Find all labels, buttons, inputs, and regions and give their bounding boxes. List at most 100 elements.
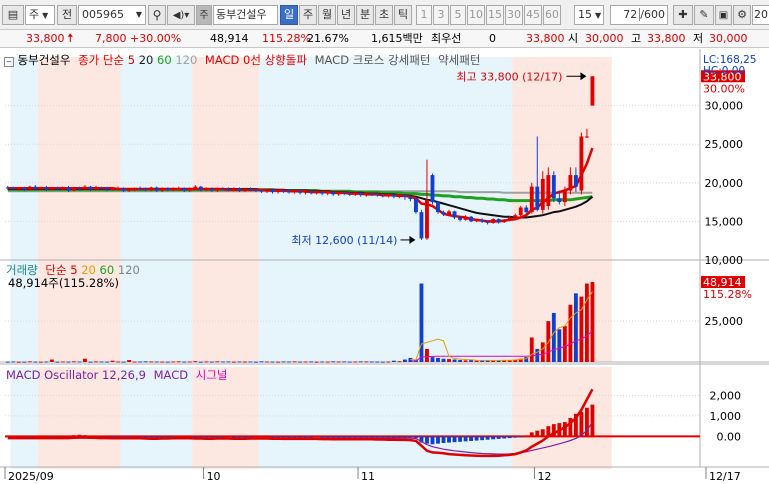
shade-band-1-0 bbox=[38, 57, 121, 268]
volume-bar bbox=[375, 361, 380, 363]
minute-tab-5[interactable]: 5 bbox=[450, 5, 466, 25]
volume-ratio: 115.28% bbox=[262, 32, 311, 45]
candle-body bbox=[573, 175, 578, 187]
macd-osc-bar bbox=[380, 436, 385, 438]
candle-body bbox=[309, 191, 314, 193]
macd-osc-bar bbox=[436, 436, 440, 444]
market-select[interactable]: 주 ▼ bbox=[25, 5, 55, 25]
period-tab-4[interactable]: 분 bbox=[356, 5, 374, 25]
search-icon[interactable]: ⚲ bbox=[148, 5, 166, 25]
minute-tab-45[interactable]: 45 bbox=[524, 5, 542, 25]
price-tick-label: 10,000 bbox=[705, 254, 744, 267]
volume-bar bbox=[5, 361, 10, 363]
volume-bar bbox=[458, 360, 462, 362]
macd-osc-bar bbox=[425, 436, 429, 444]
period-tab-2[interactable]: 월 bbox=[318, 5, 336, 25]
volume-bar bbox=[265, 361, 269, 363]
candle-body bbox=[138, 188, 143, 190]
volume-bar bbox=[287, 361, 291, 363]
stock-name-field[interactable]: 동부건설우 bbox=[213, 5, 278, 25]
count-input[interactable]: 72/600 bbox=[610, 5, 668, 25]
save-icon[interactable]: ▣ bbox=[715, 5, 732, 25]
candle-body bbox=[287, 191, 291, 193]
candle-body bbox=[281, 190, 286, 192]
volume-bar bbox=[336, 361, 341, 363]
chart-settings-icon[interactable]: ▤ bbox=[2, 5, 24, 25]
shade-band-0-0 bbox=[10, 57, 39, 268]
volume-bar bbox=[584, 283, 589, 362]
macd-osc-bar bbox=[447, 436, 451, 443]
panel-collapse-icon[interactable]: − bbox=[4, 57, 14, 67]
candle-body bbox=[55, 188, 60, 190]
period-tab-5[interactable]: 초 bbox=[375, 5, 393, 25]
candle-body bbox=[204, 188, 209, 190]
crosshair-icon[interactable]: ✚ bbox=[673, 5, 693, 25]
candle-body bbox=[72, 188, 76, 191]
candle-body bbox=[83, 186, 87, 189]
volume-bar bbox=[160, 361, 165, 363]
signal-label-3: 약세패턴 bbox=[438, 53, 481, 67]
period-tab-6[interactable]: 틱 bbox=[394, 5, 412, 25]
minute-tab-30[interactable]: 30 bbox=[505, 5, 523, 25]
candle-body bbox=[127, 189, 132, 191]
minute-tab-1[interactable]: 1 bbox=[416, 5, 432, 25]
volume-bar bbox=[369, 361, 374, 363]
candle-body bbox=[27, 186, 32, 190]
speaker-icon[interactable]: ◀)▾ bbox=[167, 5, 195, 25]
volume-panel-title: 거래량 단순 5 20 60 120 bbox=[6, 263, 140, 277]
date-label: 2025/09 bbox=[8, 470, 54, 483]
candle-body bbox=[149, 187, 154, 190]
period-tab-0[interactable]: 일 bbox=[280, 5, 298, 25]
macd-osc-bar bbox=[259, 436, 264, 438]
draw-tool-icon[interactable]: ✎ bbox=[694, 5, 714, 25]
code-input[interactable]: 005965 ▼ bbox=[78, 5, 146, 25]
hc-label: HC:0.00 bbox=[703, 65, 746, 77]
volume-bar bbox=[441, 358, 446, 362]
macd-osc-bar bbox=[204, 436, 209, 438]
candle-body bbox=[116, 188, 121, 190]
macd-osc-bar bbox=[386, 436, 391, 438]
macd-osc-bar bbox=[491, 436, 496, 440]
minute-tab-15[interactable]: 15 bbox=[486, 5, 504, 25]
low-label: 저 bbox=[693, 32, 704, 45]
volume-bar bbox=[568, 304, 573, 362]
minute-tab-10[interactable]: 10 bbox=[467, 5, 485, 25]
edge-field[interactable]: 20 bbox=[752, 5, 769, 25]
date-label: 12 bbox=[538, 470, 552, 483]
macd-osc-bar bbox=[474, 436, 479, 441]
gear-icon[interactable]: ⚙ bbox=[733, 5, 751, 25]
candle-body bbox=[33, 186, 38, 189]
candle-body bbox=[452, 211, 457, 218]
macd-osc-bar bbox=[480, 436, 485, 441]
volume-bar bbox=[94, 361, 98, 363]
type-toggle-button[interactable]: 전 bbox=[57, 5, 77, 25]
macd-tick-label: 0.00 bbox=[717, 430, 742, 443]
minute-tab-60[interactable]: 60 bbox=[543, 5, 561, 25]
volume-bar bbox=[220, 361, 225, 363]
volume-bar bbox=[171, 361, 176, 363]
signal-label-2: MACD 크로스 강세패턴 bbox=[314, 53, 431, 67]
candle-body bbox=[231, 188, 236, 190]
candle-body bbox=[375, 194, 380, 196]
macd-osc-bar bbox=[347, 436, 352, 438]
volume-bar bbox=[358, 361, 363, 363]
period-tab-3[interactable]: 년 bbox=[337, 5, 355, 25]
volume-bar bbox=[342, 361, 347, 363]
candle-body bbox=[518, 207, 523, 216]
candle-body bbox=[568, 175, 573, 191]
macd-tick-label: 1,000 bbox=[710, 410, 742, 423]
volume-bar bbox=[331, 361, 336, 363]
candle-body bbox=[320, 192, 325, 194]
macd-osc-bar bbox=[320, 436, 325, 438]
minute-tab-3[interactable]: 3 bbox=[433, 5, 449, 25]
quote-bar: 33,800 🠅 7,800 +30.00% 48,914 115.28% 21… bbox=[0, 30, 769, 48]
ask-label: 최우선 bbox=[431, 32, 462, 45]
macd-osc-bar bbox=[441, 436, 446, 443]
price-tick-label: 30,000 bbox=[705, 100, 744, 113]
period-tab-1[interactable]: 주 bbox=[299, 5, 317, 25]
macd-osc-bar bbox=[353, 436, 358, 438]
volume-bar bbox=[165, 361, 170, 363]
macd-osc-bar bbox=[452, 436, 457, 443]
minute-select[interactable]: 15 ▼ bbox=[574, 5, 604, 25]
macd-osc-bar bbox=[287, 436, 291, 438]
